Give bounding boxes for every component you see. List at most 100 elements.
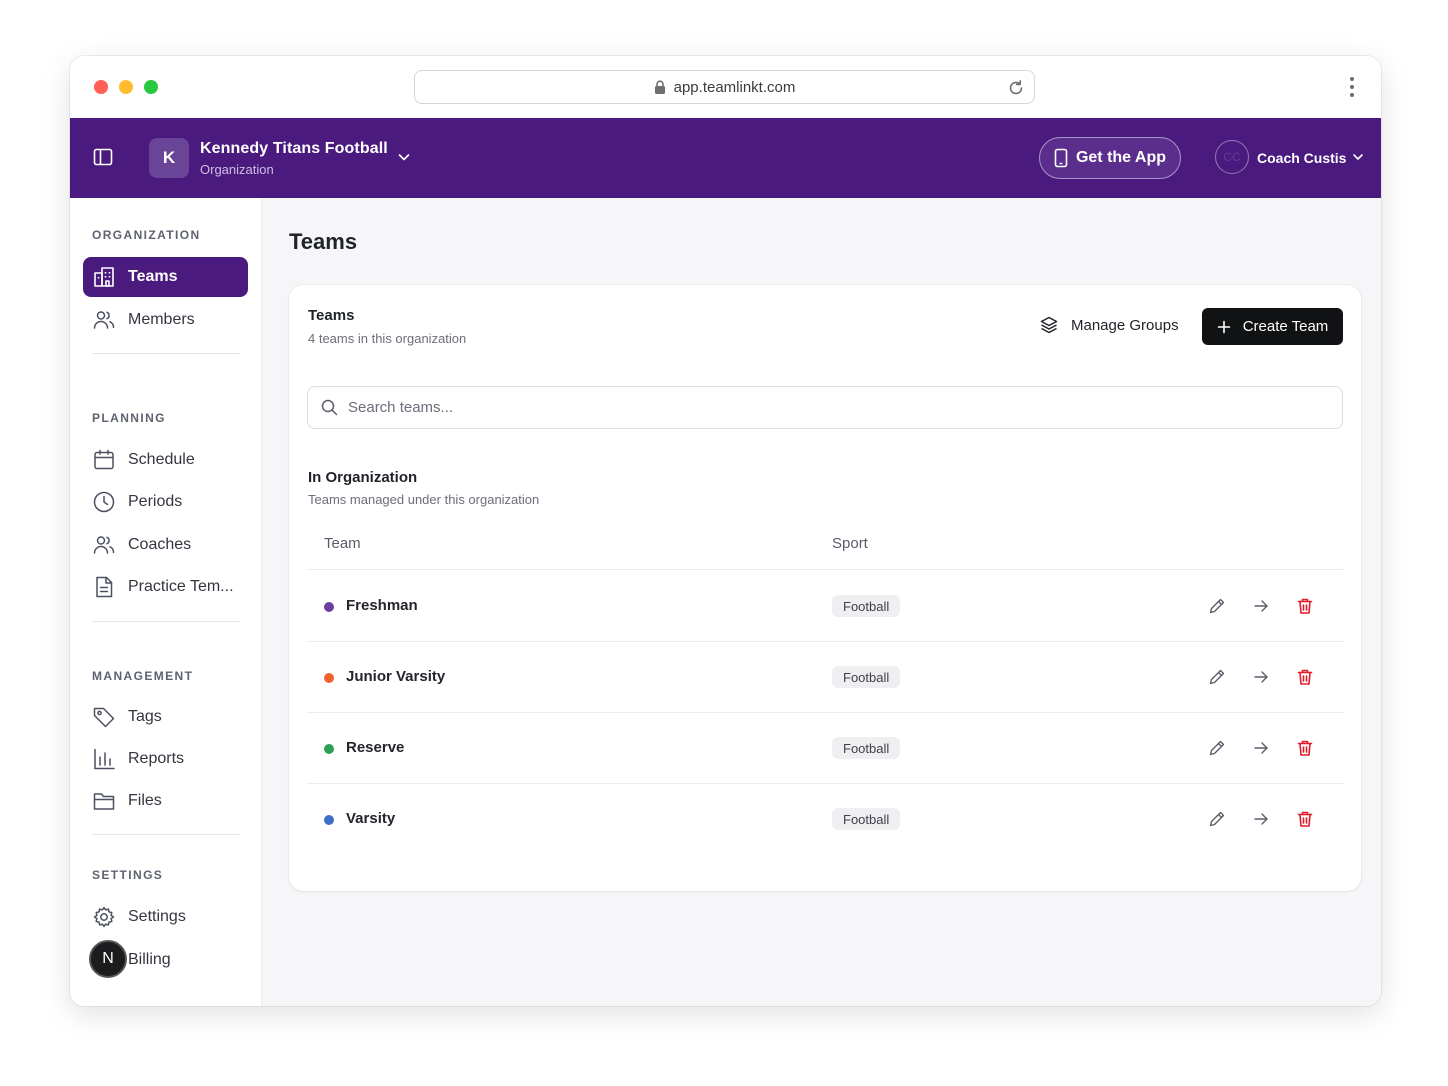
sidebar-item-label: Files — [128, 792, 162, 809]
column-header-team[interactable]: Team — [324, 535, 361, 552]
search-icon — [321, 399, 338, 416]
sidebar-item-reports[interactable]: Reports — [83, 739, 248, 779]
search-input[interactable] — [348, 399, 1248, 416]
address-bar[interactable]: app.teamlinkt.com — [414, 70, 1035, 104]
sidebar-item-label: Members — [128, 311, 195, 328]
org-name[interactable]: Kennedy Titans Football — [200, 140, 388, 158]
sidebar-item-periods[interactable]: Periods — [83, 482, 248, 522]
bar-chart-icon — [94, 748, 115, 770]
arrow-right-icon[interactable] — [1251, 738, 1271, 758]
sidebar-item-members[interactable]: Members — [83, 300, 248, 340]
browser-chrome: app.teamlinkt.com — [70, 56, 1381, 118]
sidebar-item-tags[interactable]: Tags — [83, 697, 248, 737]
edit-pencil-icon[interactable] — [1207, 738, 1227, 758]
section-title-organization: ORGANIZATION — [92, 228, 201, 242]
reload-icon[interactable] — [1006, 78, 1026, 98]
org-type-label: Organization — [200, 162, 274, 177]
dev-tools-badge[interactable]: N — [89, 940, 127, 978]
team-color-dot — [324, 744, 334, 754]
arrow-right-icon[interactable] — [1251, 596, 1271, 616]
team-name[interactable]: Freshman — [346, 597, 418, 614]
trash-icon[interactable] — [1295, 596, 1315, 616]
sport-badge: Football — [832, 808, 901, 830]
sidebar-item-label: Settings — [128, 908, 186, 925]
url-text: app.teamlinkt.com — [673, 78, 796, 96]
search-box[interactable] — [307, 386, 1343, 429]
edit-pencil-icon[interactable] — [1207, 809, 1227, 829]
table-row[interactable]: Reserve Football — [307, 713, 1343, 784]
create-team-label: Create Team — [1242, 318, 1329, 335]
sidebar-item-practice-templates[interactable]: Practice Tem... — [83, 567, 248, 607]
sidebar-item-label: Periods — [128, 493, 183, 510]
sidebar-item-settings[interactable]: Settings — [83, 897, 248, 937]
sidebar-item-files[interactable]: Files — [83, 781, 248, 821]
column-header-sport[interactable]: Sport — [832, 535, 868, 552]
sport-badge: Football — [832, 737, 901, 759]
clock-icon — [93, 491, 115, 513]
section-title-planning: PLANNING — [92, 411, 166, 425]
get-the-app-label: Get the App — [1075, 149, 1167, 166]
table-row[interactable]: Freshman Football — [307, 571, 1343, 642]
sidebar-item-label: Coaches — [128, 536, 192, 553]
browser-window: app.teamlinkt.com K Kennedy Titans Footb… — [70, 56, 1381, 1006]
chevron-down-icon[interactable] — [397, 150, 411, 164]
users-icon — [93, 536, 115, 554]
lock-icon — [654, 79, 665, 94]
section-title-management: MANAGEMENT — [92, 669, 194, 683]
team-color-dot — [324, 815, 334, 825]
sport-badge: Football — [832, 595, 901, 617]
maximize-window-button[interactable] — [144, 80, 158, 94]
minimize-window-button[interactable] — [119, 80, 133, 94]
arrow-right-icon[interactable] — [1251, 809, 1271, 829]
sidebar-divider — [92, 834, 240, 835]
sport-badge: Football — [832, 666, 901, 688]
sidebar: ORGANIZATION Teams Members PLANNING Sche… — [70, 198, 262, 1006]
trash-icon[interactable] — [1295, 667, 1315, 687]
edit-pencil-icon[interactable] — [1207, 596, 1227, 616]
table-header-divider — [307, 569, 1343, 570]
sidebar-item-label: Tags — [128, 708, 162, 725]
team-color-dot — [324, 673, 334, 683]
group-title: In Organization — [308, 469, 418, 486]
trash-icon[interactable] — [1295, 809, 1315, 829]
sidebar-divider — [92, 621, 240, 622]
sidebar-item-label: Practice Tem... — [128, 578, 234, 595]
arrow-right-icon[interactable] — [1251, 667, 1271, 687]
app-header: K Kennedy Titans Football Organization G… — [70, 118, 1381, 198]
card-subtitle: 4 teams in this organization — [308, 331, 467, 346]
sidebar-item-coaches[interactable]: Coaches — [83, 525, 248, 565]
calendar-icon — [94, 449, 114, 470]
table-row[interactable]: Varsity Football — [307, 784, 1343, 855]
user-name[interactable]: Coach Custis — [1257, 150, 1346, 166]
gear-icon — [93, 906, 115, 928]
sidebar-toggle-icon[interactable] — [92, 146, 114, 168]
user-avatar[interactable]: CC — [1215, 140, 1249, 174]
team-name[interactable]: Varsity — [346, 810, 395, 827]
trash-icon[interactable] — [1295, 738, 1315, 758]
edit-pencil-icon[interactable] — [1207, 667, 1227, 687]
building-icon — [94, 267, 114, 287]
team-name[interactable]: Reserve — [346, 739, 404, 756]
phone-icon — [1054, 148, 1068, 168]
create-team-button[interactable]: Create Team — [1202, 308, 1343, 345]
sidebar-item-label: Reports — [128, 750, 185, 767]
chevron-down-icon[interactable] — [1352, 151, 1364, 163]
users-icon — [93, 311, 115, 329]
teams-card: Teams 4 teams in this organization Manag… — [289, 285, 1361, 891]
sidebar-item-label: Teams — [128, 268, 178, 285]
sidebar-item-schedule[interactable]: Schedule — [83, 440, 248, 480]
tag-icon — [93, 707, 115, 728]
sidebar-item-teams[interactable]: Teams — [83, 257, 248, 297]
org-avatar[interactable]: K — [149, 138, 189, 178]
folder-icon — [93, 793, 115, 810]
browser-menu-icon[interactable] — [1349, 76, 1355, 98]
layers-icon — [1040, 316, 1058, 334]
plus-icon — [1217, 320, 1230, 333]
table-row[interactable]: Junior Varsity Football — [307, 642, 1343, 713]
close-window-button[interactable] — [94, 80, 108, 94]
get-the-app-button[interactable]: Get the App — [1039, 137, 1181, 179]
team-name[interactable]: Junior Varsity — [346, 668, 445, 685]
group-subtitle: Teams managed under this organization — [308, 492, 540, 507]
sidebar-item-label: Billing — [128, 951, 171, 968]
manage-groups-button[interactable]: Manage Groups — [1039, 313, 1179, 337]
